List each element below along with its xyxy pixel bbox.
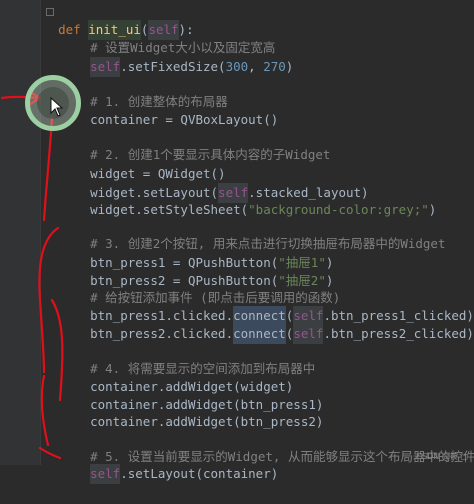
code-line-add-btn2[interactable]: container.addWidget(btn_press2) — [0, 392, 474, 429]
code-line-widget[interactable]: widget = QWidget() — [0, 144, 474, 181]
code-line-comment-size[interactable]: # 设置Widget大小以及固定宽高 — [0, 18, 474, 55]
watermark: CSDN @筱 ▢ — [416, 452, 468, 461]
code-line-setfixedsize[interactable]: self.setFixedSize(300, 270) — [0, 37, 474, 77]
code-line-comment-4[interactable]: # 4. 将需要显示的空间添加到布局器中 — [0, 339, 474, 376]
code-line-comment-3[interactable]: # 3. 创建2个按钮, 用来点击进行切换抽屉布局器中的Widget — [0, 214, 474, 251]
code-line-connect2[interactable]: btn_press2.clicked.connect(self.btn_pres… — [0, 304, 474, 344]
fold-toggle-icon[interactable] — [46, 8, 54, 16]
code-line-comment-2[interactable]: # 2. 创建1个要显示具体内容的子Widget — [0, 125, 474, 162]
code-line-setstylesheet[interactable]: widget.setStyleSheet("background-color:g… — [0, 180, 474, 217]
code-line-comment-events[interactable]: # 给按钮添加事件 (即点击后要调用的函数) — [0, 268, 474, 305]
code-editor[interactable]: def init_ui(self): # 设置Widget大小以及固定宽高 se… — [0, 0, 474, 484]
code-line-connect1[interactable]: btn_press1.clicked.connect(self.btn_pres… — [0, 286, 474, 326]
code-line-self-setlayout[interactable]: self.setLayout(container) — [0, 444, 474, 484]
code-line-add-widget[interactable]: container.addWidget(widget) — [0, 357, 474, 394]
self-keyword: self — [90, 464, 121, 484]
mouse-pointer-icon — [50, 97, 64, 117]
code-line-def[interactable]: def init_ui(self): — [0, 0, 474, 40]
code-text: .setLayout(container) — [120, 466, 279, 481]
code-line-btn1[interactable]: btn_press1 = QPushButton("抽屉1") — [0, 233, 474, 270]
